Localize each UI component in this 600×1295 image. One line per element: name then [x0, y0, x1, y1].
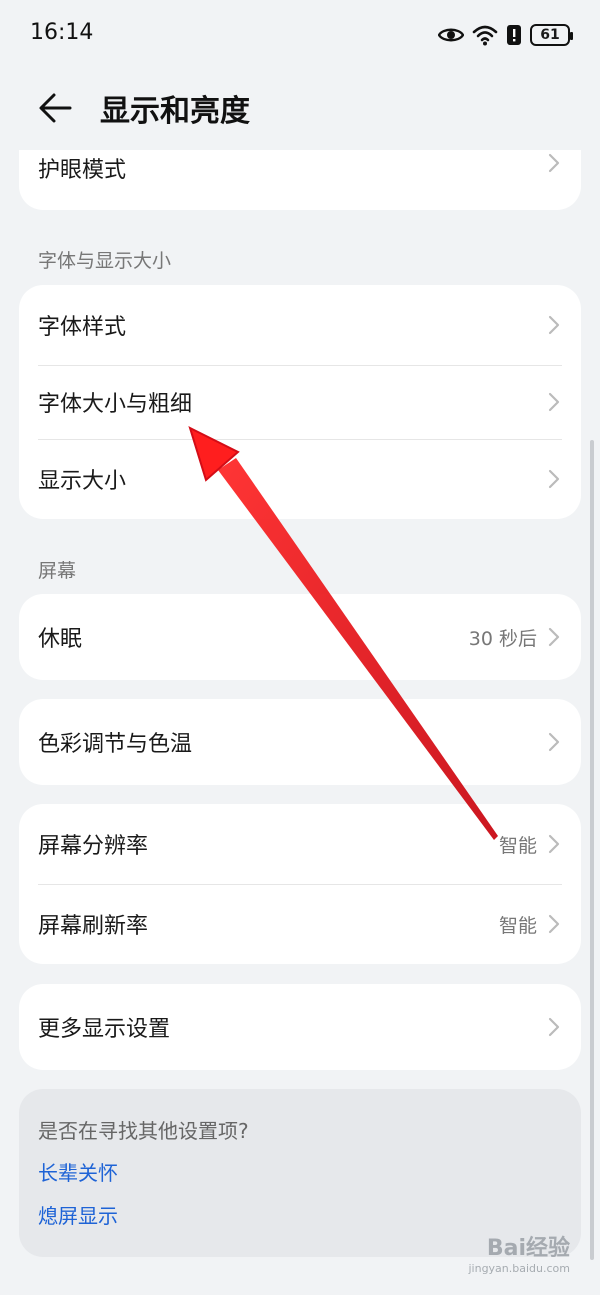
sleep-value: 30 秒后 [468, 627, 537, 650]
refresh-rate-value: 智能 [498, 914, 537, 937]
chevron-right-icon [548, 315, 560, 335]
refresh-rate-label: 屏幕刷新率 [38, 914, 149, 939]
chevron-right-icon [548, 1017, 560, 1037]
wifi-icon [472, 25, 498, 46]
status-icons: 61 [438, 20, 573, 50]
chevron-right-icon [548, 834, 560, 854]
alert-icon [507, 25, 521, 45]
resolution-value: 智能 [498, 834, 537, 857]
font-style-label: 字体样式 [38, 315, 127, 340]
font-size-row[interactable]: 字体大小与粗细 [19, 365, 581, 439]
color-temperature-label: 色彩调节与色温 [38, 732, 193, 757]
chevron-right-icon [548, 469, 560, 489]
resolution-label: 屏幕分辨率 [38, 834, 149, 859]
section-title-font: 字体与显示大小 [38, 250, 172, 272]
font-card: 字体样式 字体大小与粗细 显示大小 [19, 285, 581, 519]
scrollbar[interactable] [590, 440, 594, 1260]
more-display-card: 更多显示设置 [19, 984, 581, 1070]
link-elder-care[interactable]: 长辈关怀 [38, 1157, 118, 1186]
status-bar: 16:14 61 [0, 0, 600, 70]
sleep-row[interactable]: 休眠 30 秒后 [19, 594, 581, 680]
display-size-row[interactable]: 显示大小 [19, 439, 581, 519]
chevron-right-icon [548, 392, 560, 412]
font-size-label: 字体大小与粗细 [38, 392, 193, 417]
resolution-card: 屏幕分辨率 智能 屏幕刷新率 智能 [19, 804, 581, 964]
status-time: 16:14 [30, 20, 94, 45]
eye-care-card: 护眼模式 [19, 150, 581, 210]
watermark-subtext: jingyan.baidu.com [468, 1262, 570, 1275]
eye-care-row[interactable]: 护眼模式 [19, 150, 581, 186]
chevron-right-icon [548, 914, 560, 934]
color-card: 色彩调节与色温 [19, 699, 581, 785]
search-prompt: 是否在寻找其他设置项? [38, 1119, 249, 1143]
header: 显示和亮度 [0, 72, 600, 142]
watermark: Bai经验 jingyan.baidu.com [468, 1230, 570, 1275]
eye-care-label: 护眼模式 [38, 158, 127, 183]
display-size-label: 显示大小 [38, 469, 127, 494]
link-always-on-display[interactable]: 熄屏显示 [38, 1200, 118, 1229]
eye-icon [438, 28, 464, 42]
refresh-rate-row[interactable]: 屏幕刷新率 智能 [19, 884, 581, 964]
chevron-right-icon [548, 627, 560, 647]
page-title: 显示和亮度 [100, 94, 250, 129]
sleep-label: 休眠 [38, 627, 83, 652]
more-display-label: 更多显示设置 [38, 1017, 171, 1042]
more-display-row[interactable]: 更多显示设置 [19, 984, 581, 1070]
back-arrow-icon[interactable] [36, 88, 76, 128]
font-style-row[interactable]: 字体样式 [19, 285, 581, 365]
resolution-row[interactable]: 屏幕分辨率 智能 [19, 804, 581, 884]
color-temperature-row[interactable]: 色彩调节与色温 [19, 699, 581, 785]
watermark-text: Bai经验 [486, 1236, 570, 1261]
battery-indicator: 61 [530, 24, 573, 46]
sleep-card: 休眠 30 秒后 [19, 594, 581, 680]
section-title-screen: 屏幕 [38, 560, 77, 582]
chevron-right-icon [548, 153, 560, 173]
chevron-right-icon [548, 732, 560, 752]
